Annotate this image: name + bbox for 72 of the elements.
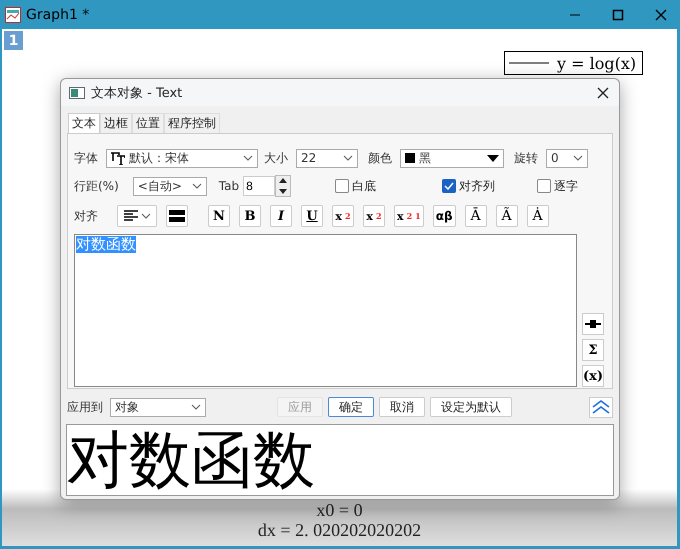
tab[interactable]: 位置 [132, 113, 164, 133]
tab[interactable]: 程序控制 [164, 113, 220, 133]
dialog-button[interactable]: 确定 [328, 397, 374, 417]
insert-button[interactable]: (x) [582, 365, 604, 387]
field-label: 字体 [74, 150, 98, 166]
format-button[interactable]: U [301, 205, 323, 227]
left-align-icon [124, 210, 138, 222]
insert-button[interactable]: Σ [582, 339, 604, 361]
chevron-icon [191, 404, 201, 410]
close-icon [655, 8, 667, 20]
maximize-icon [612, 8, 624, 20]
field-label: 旋转 [514, 150, 538, 166]
font-dropdown[interactable]: 默认：宋体 [106, 148, 258, 168]
annotation-text: dx = 2. 020202020202 [258, 520, 422, 540]
line-sample-icon [509, 61, 549, 65]
tab[interactable]: 边框 [100, 113, 132, 133]
field-label: Tab [218, 179, 240, 193]
dialog-button[interactable]: 取消 [379, 397, 425, 417]
dialog-icon [69, 86, 85, 98]
symbol-button[interactable] [582, 313, 604, 335]
field-label: 大小 [264, 150, 288, 166]
apply-to-dropdown[interactable]: 对象 [110, 398, 206, 416]
field-label: 应用到 [67, 398, 103, 416]
double-chevron-icon [592, 400, 610, 414]
dialog-title: 文本对象 - Text [91, 84, 182, 102]
legend-text: y = log(x) [557, 54, 636, 72]
preview-text: 对数函数 [67, 426, 315, 494]
size-dropdown[interactable]: 22 [296, 148, 358, 168]
tab-field[interactable]: 8 [243, 176, 276, 196]
color-dropdown[interactable]: 黑 [400, 148, 504, 168]
annotation-text: x0 = 0 [316, 500, 363, 520]
chevron-icon [140, 213, 150, 219]
bars-icon [169, 209, 185, 223]
checkbox-box[interactable] [537, 179, 552, 193]
format-button[interactable]: N [208, 205, 230, 227]
checkbox[interactable]: 对齐列 [442, 178, 496, 194]
checkbox-box[interactable] [335, 179, 350, 193]
format-button[interactable]: Ȧ [526, 205, 549, 227]
graph-icon [5, 6, 21, 22]
tab[interactable]: 文本 [68, 113, 100, 133]
down-arrow-icon [279, 188, 288, 194]
field-label: 颜色 [368, 150, 392, 166]
alignment-dropdown[interactable] [117, 205, 157, 227]
close-icon [597, 86, 609, 98]
field-label: 对齐 [74, 208, 98, 224]
chevron-icon [243, 155, 253, 161]
line-symbol-icon [585, 320, 601, 328]
collapse-button[interactable] [589, 396, 613, 418]
justify-button[interactable] [166, 205, 188, 227]
line-spacing-dropdown[interactable]: <自动> [132, 176, 207, 196]
chevron-icon [192, 183, 202, 189]
dialog-close-button[interactable] [595, 84, 611, 100]
dialog-button[interactable]: 设定为默认 [430, 397, 512, 417]
chevron-icon [343, 155, 353, 161]
format-button[interactable]: I [270, 205, 292, 227]
format-button[interactable]: B [239, 205, 261, 227]
rotation-dropdown[interactable]: 0 [546, 148, 588, 168]
format-button[interactable]: αβ [432, 205, 456, 227]
triangle-icon [487, 154, 499, 162]
spinner[interactable] [275, 175, 292, 197]
check-icon [444, 182, 454, 190]
format-button[interactable]: Ã [496, 205, 518, 227]
checkbox-box[interactable] [442, 179, 456, 193]
field-label: 行距(%) [74, 178, 119, 194]
font-icon [111, 152, 125, 164]
checkbox[interactable]: 逐字 [537, 178, 578, 194]
chevron-icon [573, 155, 583, 161]
checkbox[interactable]: 白底 [335, 178, 376, 194]
format-button[interactable]: Ā [464, 205, 487, 227]
up-arrow-icon [279, 178, 288, 184]
editor-text: 对数函数 [76, 236, 136, 253]
window-title: Graph1 * [26, 6, 90, 22]
